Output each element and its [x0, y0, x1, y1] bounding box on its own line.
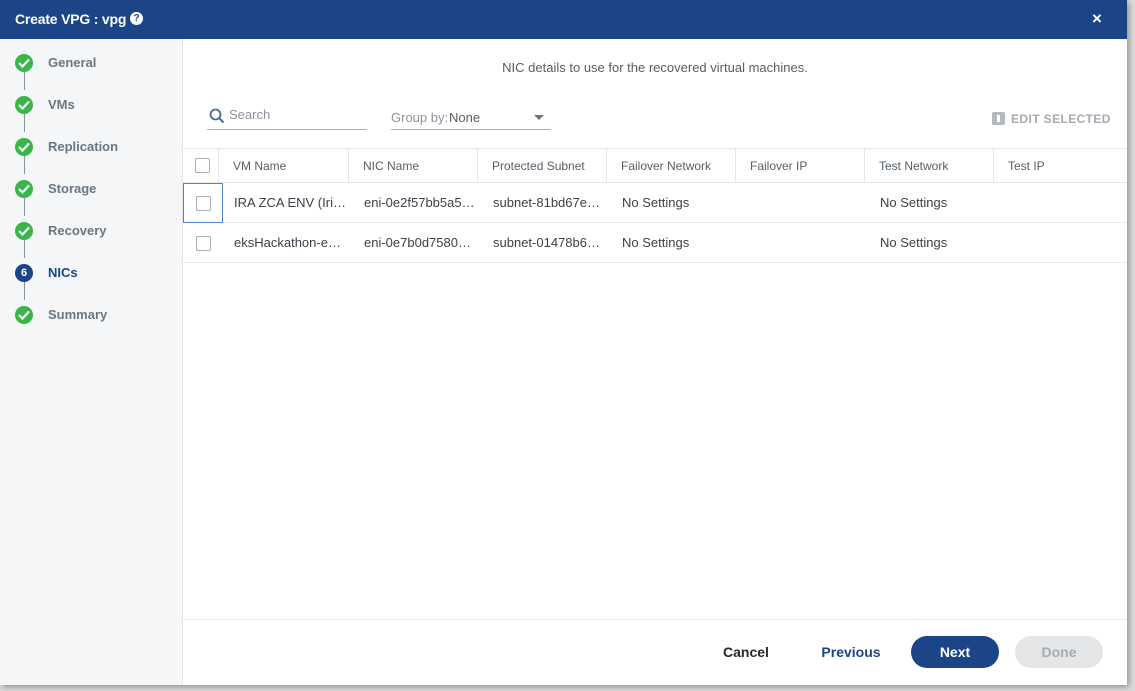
cell-failover-network: No Settings [622, 195, 690, 210]
cell-nic-name: eni-0e7b0d7580… [364, 235, 471, 250]
table-row[interactable]: IRA ZCA ENV (Iri… eni-0e2f57bb5a5… subne… [183, 183, 1127, 223]
previous-button[interactable]: Previous [813, 636, 889, 668]
step-label: Storage [48, 181, 97, 196]
cell-nic-name: eni-0e2f57bb5a5… [364, 195, 475, 210]
cell-protected-subnet: subnet-81bd67e… [493, 195, 600, 210]
chevron-down-icon [534, 115, 544, 120]
step-storage[interactable]: Storage [15, 179, 175, 199]
done-button: Done [1015, 636, 1103, 668]
column-header-test-network[interactable]: Test Network [865, 149, 994, 183]
column-header-failover-network[interactable]: Failover Network [607, 149, 736, 183]
select-all-checkbox[interactable] [195, 158, 210, 173]
edit-selected-label: EDIT SELECTED [1011, 112, 1111, 126]
check-icon [15, 54, 33, 72]
edit-icon [992, 112, 1005, 125]
cell-vm-name: eksHackathon-e… [234, 235, 341, 250]
row-checkbox[interactable] [196, 236, 211, 251]
nics-table: VM Name NIC Name Protected Subnet Failov… [183, 148, 1127, 263]
column-header-failover-ip[interactable]: Failover IP [736, 149, 865, 183]
row-checkbox[interactable] [196, 196, 211, 211]
check-icon [15, 96, 33, 114]
step-connector [24, 240, 25, 258]
column-header-vm-name[interactable]: VM Name [219, 149, 349, 183]
column-header-protected-subnet[interactable]: Protected Subnet [478, 149, 607, 183]
cell-test-network: No Settings [880, 195, 948, 210]
check-icon [15, 138, 33, 156]
group-by-value: None [449, 110, 481, 125]
dialog-titlebar: Create VPG : vpg ? × [0, 0, 1127, 39]
step-label: General [48, 55, 97, 70]
close-icon[interactable]: × [1092, 9, 1102, 28]
column-header-test-ip[interactable]: Test IP [994, 149, 1127, 183]
step-summary[interactable]: Summary [15, 305, 175, 325]
step-label: VMs [48, 97, 75, 112]
wizard-steps-sidebar: General VMs Replication Storage Recovery… [0, 39, 183, 685]
group-by-select[interactable]: Group by: None [391, 105, 551, 130]
cell-test-ip [995, 223, 1127, 262]
step-label: NICs [48, 265, 78, 280]
step-number-icon: 6 [15, 264, 33, 282]
cell-failover-ip [737, 223, 866, 262]
step-connector [24, 198, 25, 216]
cell-failover-network: No Settings [622, 235, 690, 250]
cell-failover-ip [737, 183, 866, 222]
header-select-cell [183, 149, 219, 183]
cell-test-network: No Settings [880, 235, 948, 250]
cell-vm-name: IRA ZCA ENV (Iri… [234, 195, 346, 210]
step-replication[interactable]: Replication [15, 137, 175, 157]
check-icon [15, 180, 33, 198]
search-icon [209, 108, 225, 124]
step-recovery[interactable]: Recovery [15, 221, 175, 241]
next-button[interactable]: Next [911, 636, 999, 668]
dialog-footer: Cancel Previous Next Done [183, 619, 1127, 685]
step-general[interactable]: General [15, 53, 175, 73]
step-connector [24, 114, 25, 132]
group-by-label: Group by: [391, 110, 449, 125]
help-icon[interactable]: ? [130, 12, 143, 25]
create-vpg-dialog: Create VPG : vpg ? × General VMs Replica… [0, 0, 1127, 685]
search-box [207, 105, 367, 130]
main-panel: NIC details to use for the recovered vir… [183, 39, 1127, 685]
cell-test-ip [995, 183, 1127, 222]
check-icon [15, 222, 33, 240]
check-icon [15, 306, 33, 324]
step-label: Replication [48, 139, 119, 154]
step-label: Recovery [48, 223, 107, 238]
step-connector [24, 72, 25, 90]
page-hint: NIC details to use for the recovered vir… [502, 60, 808, 75]
step-connector [24, 282, 25, 300]
step-vms[interactable]: VMs [15, 95, 175, 115]
table-header: VM Name NIC Name Protected Subnet Failov… [183, 148, 1127, 183]
step-nics[interactable]: 6 NICs [15, 263, 175, 283]
step-label: Summary [48, 307, 108, 322]
cell-protected-subnet: subnet-01478b6… [493, 235, 600, 250]
search-input[interactable] [229, 107, 359, 122]
table-row[interactable]: eksHackathon-e… eni-0e7b0d7580… subnet-0… [183, 223, 1127, 263]
column-header-nic-name[interactable]: NIC Name [349, 149, 478, 183]
dialog-title: Create VPG : vpg [15, 11, 127, 27]
step-connector [24, 156, 25, 174]
cancel-button[interactable]: Cancel [713, 636, 779, 668]
